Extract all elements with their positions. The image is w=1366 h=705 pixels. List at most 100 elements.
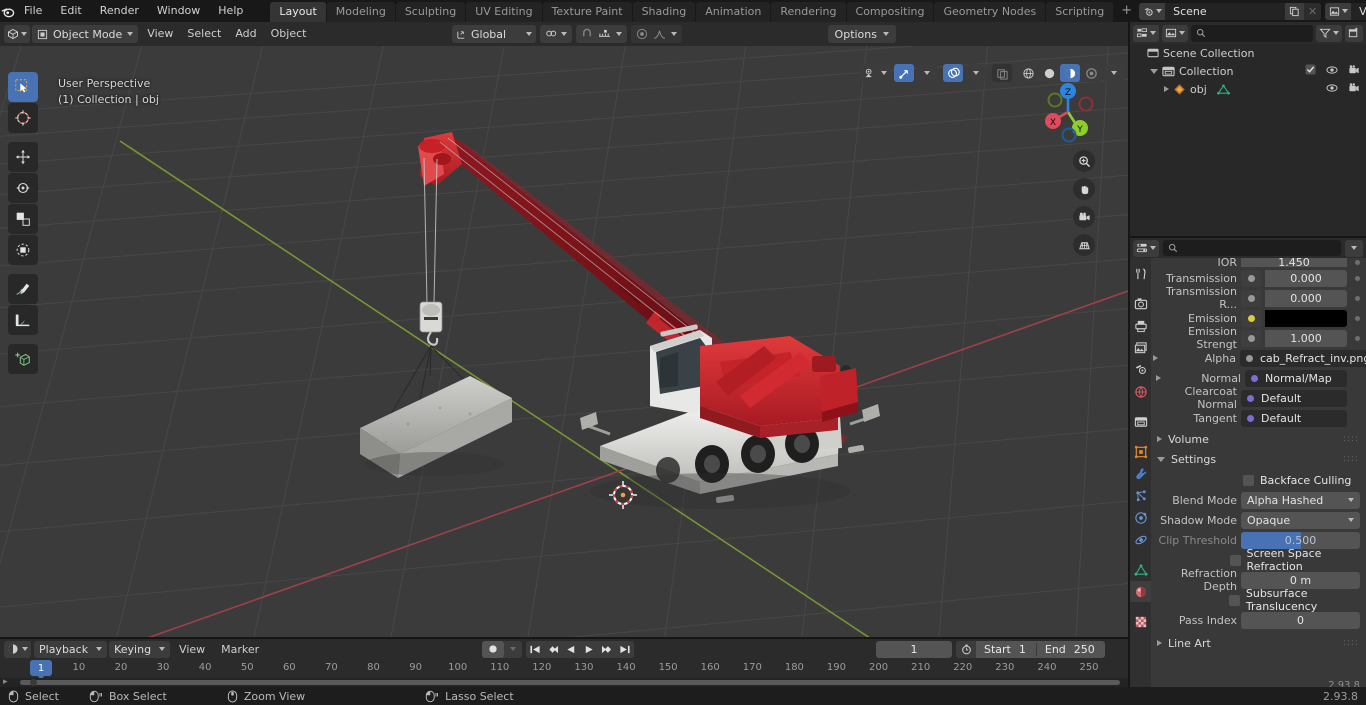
outliner[interactable]: Scene Collection Collection obj [1130, 22, 1366, 236]
properties-tab-world[interactable] [1130, 381, 1151, 402]
add-workspace-button[interactable]: + [1114, 2, 1139, 22]
overlays-dropdown[interactable] [966, 64, 986, 82]
auto-keying-toggle[interactable] [482, 640, 522, 658]
property-value-field[interactable]: 1.000 [1265, 329, 1347, 347]
viewport-tool-tweak-select-box[interactable] [8, 72, 38, 102]
transport-next-keyframe[interactable] [598, 641, 616, 658]
view-layer-name[interactable]: View Layer [1351, 2, 1366, 20]
property-row-emission-strengt[interactable]: Emission Strengt 1.000 [1151, 325, 1360, 351]
triangle-right-icon[interactable] [1153, 375, 1163, 381]
viewport-tool-move-tool[interactable] [8, 142, 38, 172]
viewport-tool-rotate-tool[interactable] [8, 173, 38, 203]
ortho-persp-toggle-icon[interactable] [1073, 234, 1095, 256]
clip-threshold-row[interactable]: Clip Threshold 0.500 [1151, 531, 1360, 549]
viewport-tool-cursor-tool[interactable] [8, 103, 38, 133]
topbar-menu-render[interactable]: Render [91, 0, 148, 22]
animate-property-dot[interactable] [1355, 295, 1360, 301]
outliner-row-collection[interactable]: Collection [1130, 62, 1366, 80]
current-frame-field[interactable]: 1 [876, 640, 952, 658]
area-separator-horizontal-bottom[interactable] [0, 637, 1128, 639]
topbar-menu-edit[interactable]: Edit [51, 0, 90, 22]
refraction-depth-field[interactable]: 0 m [1241, 571, 1360, 589]
shadow-mode-select[interactable]: Opaque [1241, 511, 1360, 529]
properties-tab-view-layer[interactable] [1130, 337, 1151, 358]
filter-funnel-icon[interactable] [1316, 24, 1342, 42]
workspace-tab-uv-editing[interactable]: UV Editing [466, 2, 542, 22]
transport-jump-to-start[interactable] [526, 641, 544, 658]
properties-tab-scene[interactable] [1130, 359, 1151, 380]
camera-render-visibility-icon[interactable] [1348, 82, 1360, 97]
property-row-alpha[interactable]: Alpha cab_Refract_inv.png [1151, 349, 1366, 367]
outliner-checkbox[interactable] [1305, 64, 1316, 78]
properties-tab-physics[interactable] [1130, 507, 1151, 528]
workspace-tab-scripting[interactable]: Scripting [1046, 2, 1114, 22]
properties-tab-object-data[interactable] [1130, 559, 1151, 580]
triangle-right-icon[interactable] [1157, 436, 1162, 442]
scroll-bar-handle[interactable] [20, 680, 1120, 685]
timeline-scrollbar[interactable]: ▸ [0, 678, 1128, 687]
blender-logo-icon[interactable] [0, 0, 15, 22]
viewport-tool-measure-tool[interactable] [8, 305, 38, 335]
options-dropdown[interactable]: Options [827, 25, 896, 43]
eye-visibility-icon[interactable] [1326, 82, 1338, 97]
3d-viewport[interactable]: Object Mode View Select Add Object Global [0, 22, 1128, 639]
blend-mode-select[interactable]: Alpha Hashed [1241, 491, 1360, 509]
properties-section-volume[interactable]: Volume:::: [1151, 429, 1366, 449]
properties-tab-texture[interactable] [1130, 611, 1151, 632]
mesh-data-icon[interactable] [1216, 83, 1230, 96]
viewport-menu-select[interactable]: Select [180, 25, 228, 43]
area-separator-vertical[interactable] [1128, 22, 1130, 687]
clip-threshold-slider[interactable]: 0.500 [1241, 531, 1360, 549]
pivot-point-selector[interactable] [540, 25, 573, 43]
snapping-controls[interactable] [576, 25, 628, 43]
scene-selector[interactable]: Scene ✕ [1139, 2, 1322, 20]
workspace-tab-texture-paint[interactable]: Texture Paint [542, 2, 632, 22]
viewport-menu-object[interactable]: Object [264, 25, 314, 43]
viewport-menu-view[interactable]: View [140, 25, 180, 43]
auto-key-timer-icon[interactable] [956, 640, 976, 658]
overlays-toggle[interactable] [943, 64, 963, 82]
zoom-icon[interactable] [1073, 150, 1095, 172]
workspace-tab-layout[interactable]: Layout [270, 2, 326, 22]
navigation-gizmo[interactable]: Z Y X [1032, 72, 1104, 144]
timeline-editor-icon[interactable] [4, 640, 31, 658]
workspace-tab-rendering[interactable]: Rendering [771, 2, 846, 22]
scene-icon[interactable] [1139, 2, 1166, 20]
animate-property-dot[interactable] [1355, 315, 1360, 321]
eye-visibility-icon[interactable] [1326, 64, 1338, 79]
camera-view-icon[interactable] [1073, 206, 1095, 228]
property-row-clearcoat-normal[interactable]: Clearcoat Normal Default [1151, 385, 1360, 411]
timeline-menu-playback[interactable]: Playback [34, 640, 108, 658]
property-link-field[interactable]: cab_Refract_inv.png [1240, 349, 1366, 367]
properties-tab-particles[interactable] [1130, 485, 1151, 506]
view-layer-selector[interactable]: View Layer ✕ [1325, 2, 1366, 20]
scroll-knob-icon[interactable] [30, 679, 37, 686]
properties-options-dropdown[interactable] [1345, 239, 1363, 257]
properties-tab-object[interactable] [1130, 441, 1151, 462]
properties-tab-render[interactable] [1130, 293, 1151, 314]
properties-editor[interactable]: IOR 1.450 Transmission 0.000 Transmission … [1130, 238, 1366, 693]
property-value-field[interactable]: 0.000 [1265, 289, 1347, 307]
topbar-menu-file[interactable]: File [15, 0, 51, 22]
property-row-tangent[interactable]: Tangent Default [1151, 409, 1360, 427]
transport-jump-to-end[interactable] [616, 641, 634, 658]
view-layer-icon[interactable] [1325, 2, 1352, 20]
timeline-editor[interactable]: Playback Keying View Marker 1 Start 1 En… [0, 639, 1128, 687]
blend-mode-row[interactable]: Blend Mode Alpha Hashed [1151, 491, 1360, 509]
viewport-menu-add[interactable]: Add [228, 25, 263, 43]
triangle-down-icon[interactable] [1150, 68, 1158, 74]
subsurface-translucency-checkbox[interactable] [1228, 594, 1240, 606]
end-value[interactable]: 250 [1072, 643, 1105, 656]
timeline-playhead[interactable]: 1 [30, 660, 52, 676]
new-collection-icon[interactable] [1345, 24, 1363, 42]
pass-index-row[interactable]: Pass Index 0 [1151, 611, 1360, 629]
unlink-scene-icon[interactable]: ✕ [1304, 2, 1322, 20]
properties-tab-modifier[interactable] [1130, 463, 1151, 484]
shadow-mode-row[interactable]: Shadow Mode Opaque [1151, 511, 1360, 529]
properties-tab-output[interactable] [1130, 315, 1151, 336]
viewport-tool-add-cube-tool[interactable] [8, 344, 38, 374]
filter-id-icon[interactable] [1162, 24, 1188, 42]
line-art-section[interactable]: Line Art :::: [1151, 633, 1366, 653]
topbar-menu-window[interactable]: Window [148, 0, 209, 22]
object-mode-selector[interactable]: Object Mode [32, 25, 139, 43]
